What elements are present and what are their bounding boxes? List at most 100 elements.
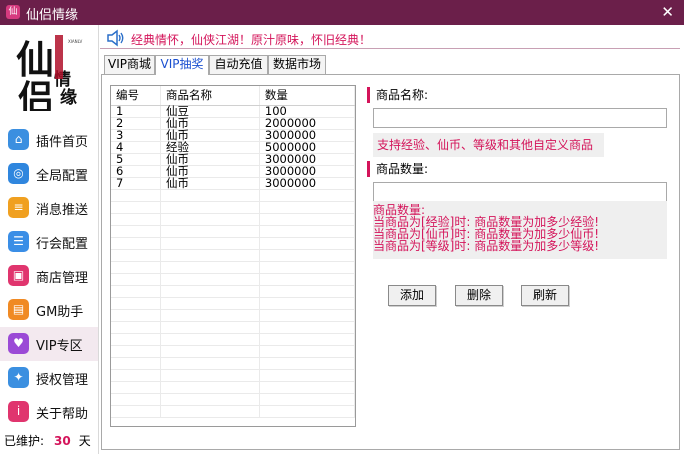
tab-vip-lottery[interactable]: VIP抽奖 <box>155 55 209 75</box>
table-row-empty <box>111 273 355 286</box>
empty-cell <box>259 225 355 238</box>
table-row[interactable]: 5 仙币 3000000 <box>111 153 355 166</box>
table-row-empty <box>111 297 355 310</box>
sidebar-item-label: 行会配置 <box>36 237 89 252</box>
table-row-empty <box>111 381 355 394</box>
sidebar-item-label: 关于帮助 <box>36 407 89 422</box>
empty-cell <box>160 213 260 226</box>
empty-cell <box>160 273 260 286</box>
empty-cell <box>160 321 260 334</box>
column-header-name[interactable]: 商品名称 <box>160 86 260 106</box>
add-button[interactable]: 添加 <box>388 285 436 306</box>
table-row-empty <box>111 237 355 250</box>
empty-cell <box>160 201 260 214</box>
item-name-input[interactable] <box>373 108 667 128</box>
empty-cell <box>259 369 355 382</box>
sidebar-item[interactable]: i 关于帮助 <box>0 395 98 429</box>
app-icon: 仙 <box>6 5 20 19</box>
item-quantity-hint: 商品数量: 当商品为[经验]时: 商品数量为加多少经验! 当商品为[仙币]时: … <box>373 201 667 259</box>
empty-cell <box>259 261 355 274</box>
table-row-empty <box>111 189 355 202</box>
empty-cell <box>160 309 260 322</box>
cell-name: 仙币 <box>160 177 260 190</box>
announcement-text: 经典情怀，仙侠江湖！原汁原味，怀旧经典！ <box>131 33 372 47</box>
table-row-empty <box>111 405 355 418</box>
logo: 仙 侣 情 缘 XIANLV <box>16 35 82 111</box>
table-row-empty <box>111 213 355 226</box>
sidebar-item-label: 商店管理 <box>36 271 89 286</box>
table-row[interactable]: 6 仙币 3000000 <box>111 165 355 178</box>
item-name-label: 商品名称: <box>367 87 428 103</box>
empty-cell <box>160 285 260 298</box>
tab-auto-recharge[interactable]: 自动充值 <box>209 55 268 74</box>
table-row-empty <box>111 285 355 298</box>
table-row-empty <box>111 201 355 214</box>
table-row-empty <box>111 261 355 274</box>
empty-cell <box>259 381 355 394</box>
table-row-empty <box>111 393 355 406</box>
tab-data-market[interactable]: 数据市场 <box>268 55 326 74</box>
cell-quantity: 3000000 <box>259 177 355 190</box>
quantity-hint-line: 当商品为[等级]时: 商品数量为加多少等级! <box>373 239 600 253</box>
table-row[interactable]: 1 仙豆 100 <box>111 105 355 118</box>
item-quantity-input[interactable] <box>373 182 667 202</box>
sidebar-item[interactable]: ▣ 商店管理 <box>0 259 98 293</box>
empty-cell <box>160 333 260 346</box>
empty-cell <box>259 309 355 322</box>
svg-text:仙: 仙 <box>16 37 54 82</box>
column-header-id[interactable]: 编号 <box>111 86 161 106</box>
sidebar-item[interactable]: ♥ VIP专区 <box>0 327 98 361</box>
home-icon: ⌂ <box>8 129 29 150</box>
table-row[interactable]: 4 经验 5000000 <box>111 141 355 154</box>
item-quantity-label: 商品数量: <box>367 161 428 177</box>
empty-cell <box>259 297 355 310</box>
table-row-empty <box>111 369 355 382</box>
empty-cell <box>160 405 260 418</box>
delete-button[interactable]: 删除 <box>455 285 503 306</box>
close-button[interactable]: ✕ <box>661 3 674 21</box>
column-header-quantity[interactable]: 数量 <box>259 86 355 106</box>
svg-text:XIANLV: XIANLV <box>68 39 82 44</box>
table-row-empty <box>111 357 355 370</box>
table-row-empty <box>111 225 355 238</box>
table-row[interactable]: 2 仙币 2000000 <box>111 117 355 130</box>
empty-cell <box>259 273 355 286</box>
empty-cell <box>259 213 355 226</box>
layers-icon: ☰ <box>8 231 29 252</box>
table-row-empty <box>111 345 355 358</box>
table-row[interactable]: 3 仙币 3000000 <box>111 129 355 142</box>
prize-table[interactable]: 编号 商品名称 数量 1 仙豆 100 2 仙币 2000000 3 仙币 3000000 4 经验… <box>110 85 356 427</box>
empty-cell <box>160 345 260 358</box>
empty-cell <box>259 393 355 406</box>
empty-cell <box>160 357 260 370</box>
sidebar-item-label: 全局配置 <box>36 169 89 184</box>
tab-vip-shop[interactable]: VIP商城 <box>104 55 155 74</box>
empty-cell <box>259 237 355 250</box>
sidebar-item[interactable]: ◎ 全局配置 <box>0 157 98 191</box>
message-icon: ≡ <box>8 197 29 218</box>
empty-cell <box>160 237 260 250</box>
sidebar-item-label: GM助手 <box>36 305 84 320</box>
sidebar-item[interactable]: ▤ GM助手 <box>0 293 98 327</box>
sidebar-item[interactable]: ✦ 授权管理 <box>0 361 98 395</box>
table-row-empty <box>111 249 355 262</box>
sidebar-item[interactable]: ≡ 消息推送 <box>0 191 98 225</box>
empty-cell <box>160 261 260 274</box>
sidebar-item[interactable]: ☰ 行会配置 <box>0 225 98 259</box>
empty-cell <box>160 381 260 394</box>
empty-cell <box>160 393 260 406</box>
maintain-status: 已维护: 30 天 <box>4 432 91 449</box>
maintain-days: 30 <box>54 434 71 448</box>
empty-cell <box>259 189 355 202</box>
table-row-empty <box>111 309 355 322</box>
table-row-empty <box>111 321 355 334</box>
info-icon: i <box>8 401 29 422</box>
empty-cell <box>160 225 260 238</box>
sidebar-item[interactable]: ⌂ 插件首页 <box>0 123 98 157</box>
empty-cell <box>160 249 260 262</box>
empty-cell <box>160 297 260 310</box>
refresh-button[interactable]: 刷新 <box>521 285 569 306</box>
sidebar-item-label: 插件首页 <box>36 135 89 150</box>
empty-cell <box>259 333 355 346</box>
table-row[interactable]: 7 仙币 3000000 <box>111 177 355 190</box>
